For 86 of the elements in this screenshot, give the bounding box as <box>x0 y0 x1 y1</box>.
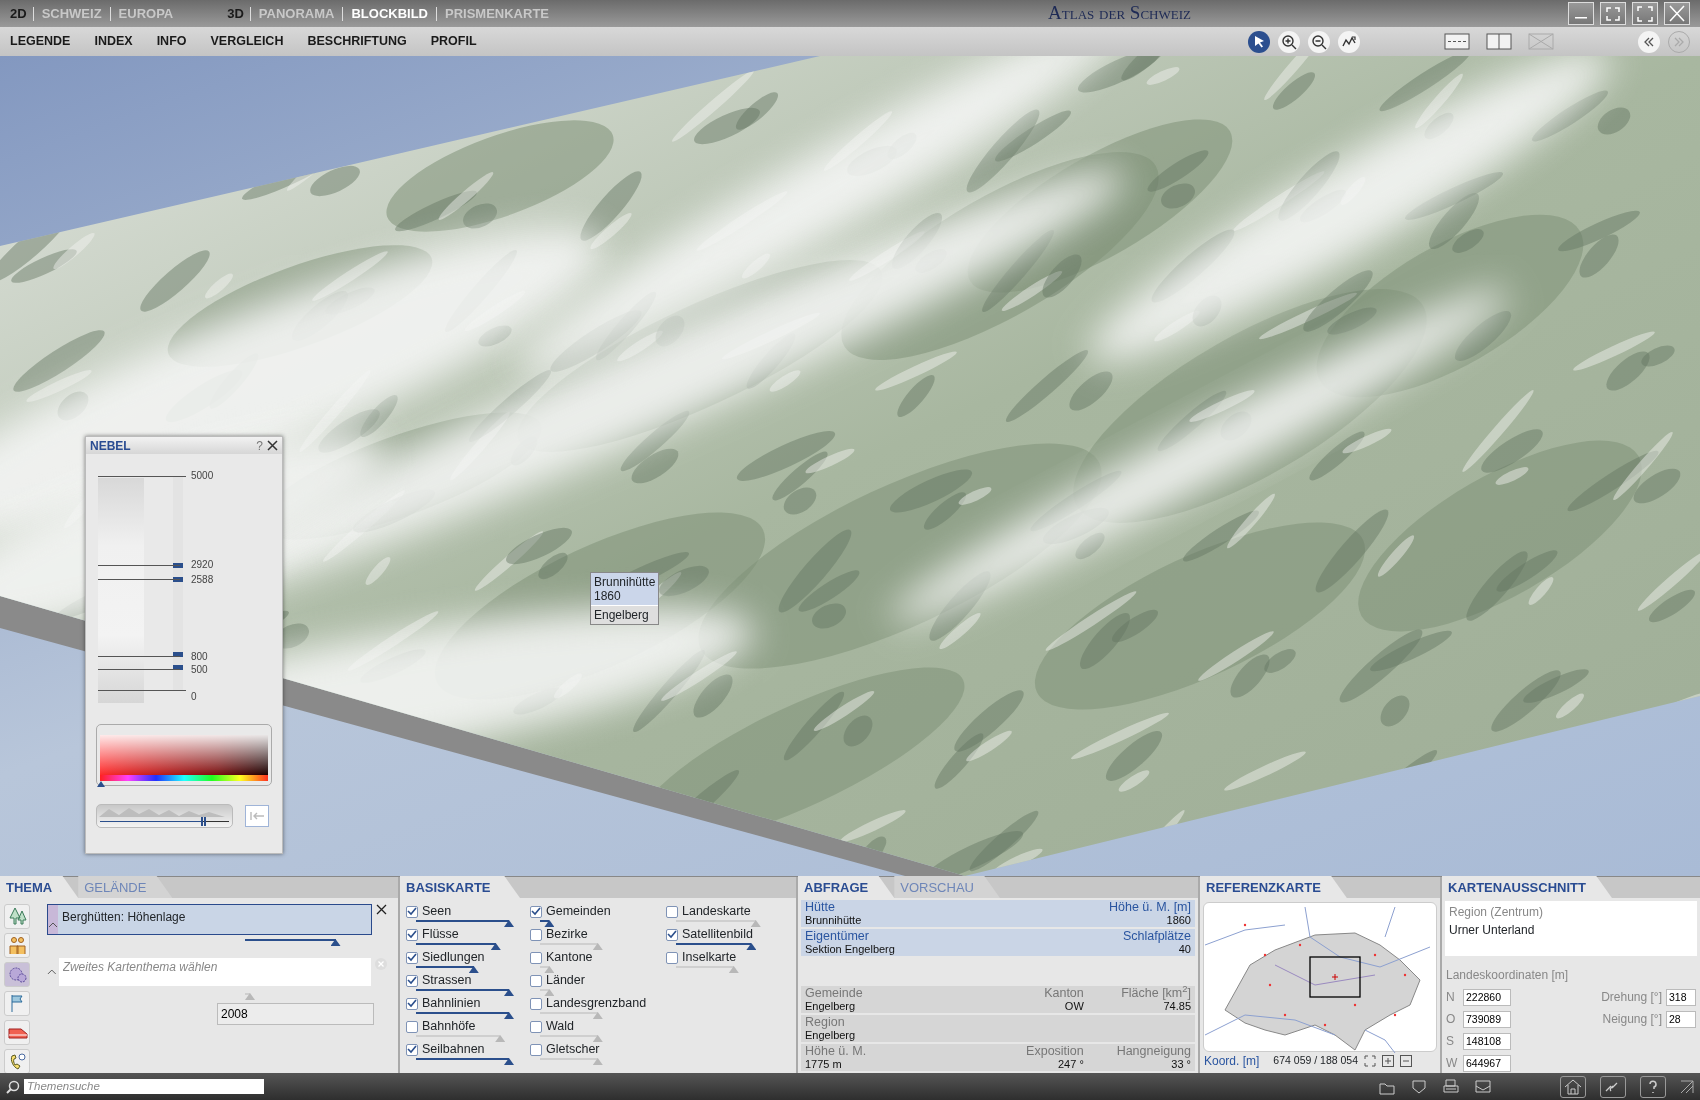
field-value: Engelberg <box>805 1029 856 1041</box>
scale-label: 0 <box>191 691 197 703</box>
panel-title: NEBEL <box>90 437 131 455</box>
field-label: Exposition <box>1026 1045 1084 1058</box>
coord-label: Koord. [m] <box>1204 1053 1260 1070</box>
field-label: Region (Zentrum) <box>1449 904 1545 921</box>
field-value: OW <box>1064 1000 1084 1012</box>
layer-label: Gemeinden <box>546 904 611 919</box>
section-label: Landeskoordinaten [m] <box>1446 967 1570 984</box>
menu-item[interactable]: PROFIL <box>430 32 477 51</box>
menu-item[interactable]: INDEX <box>94 32 133 51</box>
tooltip-name: Brunnihütte <box>594 575 656 589</box>
coordinate-field[interactable]: 222860 <box>1463 988 1511 1006</box>
layer-label: Landesgrenzband <box>546 996 647 1011</box>
coordinate-field[interactable]: 644967 <box>1463 1054 1511 1072</box>
view-label: Neigung [°] <box>1602 1011 1662 1028</box>
field-value: 40 <box>1178 943 1191 955</box>
field-label: Fläche [km$^{2}$] <box>1121 987 1191 1000</box>
view-label: Drehung [°] <box>1601 989 1662 1006</box>
coord-axis-label: N <box>1446 989 1456 1006</box>
layer-label: Landeskarte <box>682 904 751 919</box>
layer-label: Flüsse <box>422 927 459 942</box>
scale-label: 2588 <box>191 573 214 586</box>
menu-item[interactable]: INFO <box>156 32 187 51</box>
field-value: 1860 <box>1166 914 1191 926</box>
field-value: Urner Unterland <box>1449 922 1536 939</box>
layer-label: Kantone <box>546 950 593 965</box>
field-label: Hütte <box>805 901 835 914</box>
field-label: Gemeinde <box>805 987 863 1000</box>
panel-title: KARTENAUSSCHNITT <box>1442 875 1612 898</box>
layer-label: Gletscher <box>546 1042 600 1057</box>
view-mode-label: 3D <box>227 4 244 23</box>
scale-label: 2920 <box>191 559 214 572</box>
field-label: Eigentümer <box>805 930 869 943</box>
layer-label: Siedlungen <box>422 950 485 965</box>
search-field[interactable]: Themensuche <box>24 1079 264 1094</box>
panel-title: BASISKARTE <box>400 875 520 898</box>
tooltip-value: 1860 <box>594 589 622 603</box>
panel-tab[interactable]: THEMA <box>0 875 79 898</box>
scale-label: 800 <box>191 650 208 663</box>
view-field[interactable]: 28 <box>1666 1010 1696 1028</box>
coord-axis-label: W <box>1446 1055 1459 1072</box>
menu-item[interactable]: BESCHRIFTUNG <box>307 32 407 51</box>
field-value: 1775 m <box>805 1058 842 1070</box>
layer-label: Bahnlinien <box>422 996 481 1011</box>
scale-label: 5000 <box>191 470 214 482</box>
field-value: 74.85 <box>1163 1000 1191 1012</box>
menu-item[interactable]: VERGLEICH <box>210 32 284 51</box>
app-title: Atlas der Schweiz <box>1048 1 1191 26</box>
tooltip-place: Engelberg <box>591 605 659 624</box>
view-mode-label: 2D <box>10 4 27 23</box>
field-value: 247 ° <box>1057 1058 1084 1070</box>
coord-axis-label: O <box>1446 1011 1457 1028</box>
layer-label: Strassen <box>422 973 472 988</box>
view-tab[interactable]: BLOCKBILD <box>349 3 430 24</box>
layer-label: Seilbahnen <box>422 1042 485 1057</box>
field-label: Höhe ü. M. <box>805 1045 867 1058</box>
panel-title: REFERENZKARTE <box>1200 875 1347 898</box>
field-label: Schlafplätze <box>1122 930 1191 943</box>
coordinate-field[interactable]: 739089 <box>1463 1010 1511 1028</box>
coordinate-field[interactable]: 148108 <box>1463 1032 1511 1050</box>
theme-select-field[interactable]: Berghütten: Höhenlage <box>47 904 372 935</box>
field-label: Region <box>805 1016 845 1029</box>
field-label: Hangneigung <box>1116 1045 1191 1058</box>
field-value: Engelberg <box>805 1000 856 1012</box>
year-field[interactable]: 2008 <box>217 1003 374 1025</box>
field-value: Sektion Engelberg <box>805 943 895 955</box>
layer-label: Länder <box>546 973 585 988</box>
help-button[interactable]: ? <box>256 439 263 452</box>
field-label: Höhe ü. M. [m] <box>1109 901 1191 914</box>
layer-label: Bezirke <box>546 927 588 942</box>
layer-label: Satellitenbild <box>682 927 753 942</box>
field-value: Brunnihütte <box>805 914 862 926</box>
field-value: 33 ° <box>1171 1058 1191 1070</box>
layer-label: Inselkarte <box>682 950 737 965</box>
coord-axis-label: S <box>1446 1033 1455 1050</box>
layer-label: Seen <box>422 904 452 919</box>
layer-label: Bahnhöfe <box>422 1019 476 1034</box>
menu-item[interactable]: LEGENDE <box>10 32 71 51</box>
scale-label: 500 <box>191 663 208 676</box>
panel-tab[interactable]: ABFRAGE <box>798 875 895 898</box>
coord-value: 674 059 / 188 054 <box>1273 1053 1359 1069</box>
layer-label: Wald <box>546 1019 574 1034</box>
field-label: Kanton <box>1044 987 1084 1000</box>
theme-select-field[interactable]: Zweites Kartenthema wählen <box>58 958 371 986</box>
view-field[interactable]: 318 <box>1666 988 1696 1006</box>
